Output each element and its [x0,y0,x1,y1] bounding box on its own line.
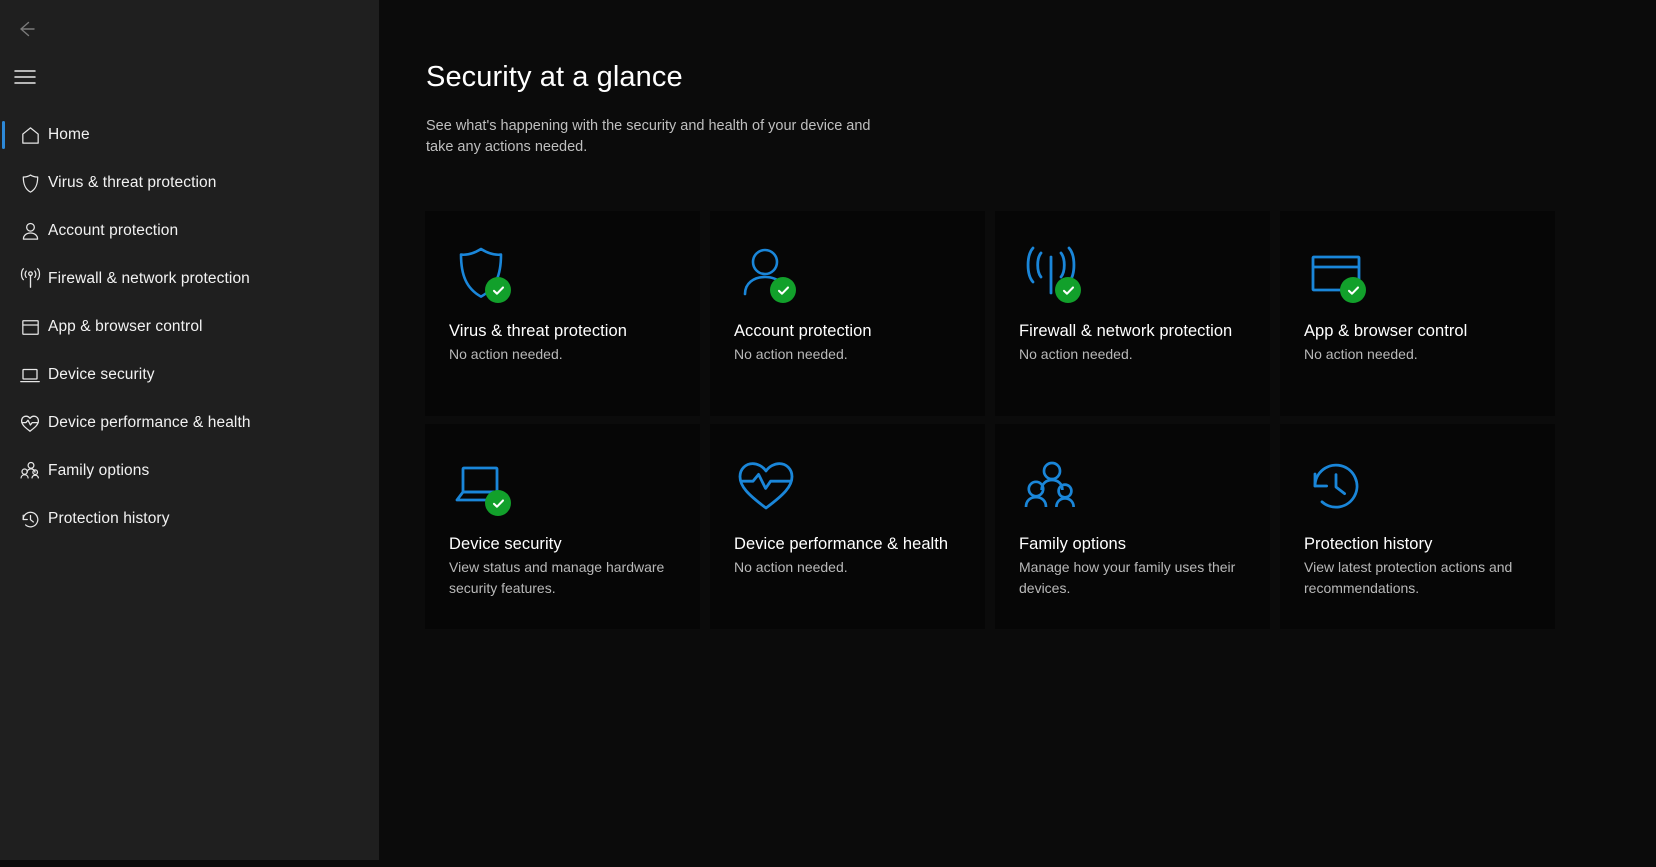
security-cards-grid: Virus & threat protection No action need… [425,211,1656,629]
card-device-security[interactable]: Device security View status and manage h… [425,424,700,629]
sidebar-item-home[interactable]: Home [0,115,379,155]
sidebar-item-label: Virus & threat protection [48,174,217,191]
person-icon [12,220,48,243]
shield-icon [12,172,48,195]
check-icon [492,285,504,295]
check-icon [492,498,504,508]
card-title: Firewall & network protection [1019,322,1233,340]
card-icon [1304,454,1368,518]
sidebar-item-label: App & browser control [48,318,203,335]
card-icon [1019,241,1083,305]
sidebar-nav-list: Home Virus & threat protection Account p… [0,115,379,547]
card-device-performance-health[interactable]: Device performance & health No action ne… [710,424,985,629]
card-app-browser-control[interactable]: App & browser control No action needed. [1280,211,1555,416]
card-icon [449,241,513,305]
card-description: No action needed. [734,559,848,575]
status-badge [770,277,796,303]
sidebar-item-label: Family options [48,462,150,479]
card-description: No action needed. [449,346,563,362]
sidebar-item-label: Firewall & network protection [48,270,250,287]
hamburger-menu-icon [14,70,36,84]
card-description: No action needed. [1304,346,1418,362]
card-title: Device security [449,535,562,553]
sidebar-item-device-security[interactable]: Device security [0,355,379,395]
check-icon [1062,285,1074,295]
card-description: No action needed. [734,346,848,362]
card-title: Virus & threat protection [449,322,627,340]
arrow-left-icon [20,21,35,37]
card-description: Manage how your family uses their device… [1019,559,1236,596]
people-group-icon [1024,461,1075,508]
sidebar-item-firewall-network-protection[interactable]: Firewall & network protection [0,259,379,299]
card-title: Protection history [1304,535,1433,553]
sidebar-item-label: Home [48,126,90,143]
home-icon [12,124,48,147]
back-button[interactable] [2,9,48,49]
card-title: App & browser control [1304,322,1468,340]
card-icon [1019,454,1083,518]
status-badge [485,490,511,516]
clock-history-icon [1313,463,1359,509]
card-title: Family options [1019,535,1127,553]
wifi-signal-icon [12,267,48,292]
sidebar-item-label: Device security [48,366,155,383]
sidebar-item-label: Protection history [48,510,170,527]
check-icon [777,285,789,295]
card-description: View status and manage hardware security… [449,559,665,596]
sidebar-item-label: Device performance & health [48,414,251,431]
clock-history-icon [12,508,48,531]
card-title: Device performance & health [734,535,949,553]
card-description: View latest protection actions and recom… [1304,559,1513,596]
card-family-options[interactable]: Family options Manage how your family us… [995,424,1270,629]
selection-indicator [2,121,5,149]
card-icon [1304,241,1368,305]
sidebar-item-virus-threat-protection[interactable]: Virus & threat protection [0,163,379,203]
hamburger-menu-button[interactable] [2,57,48,97]
card-firewall-network-protection[interactable]: Firewall & network protection No action … [995,211,1270,416]
page-title: Security at a glance [426,61,683,93]
card-icon [449,454,513,518]
laptop-icon [12,363,48,387]
card-protection-history[interactable]: Protection history View latest protectio… [1280,424,1555,629]
card-icon [734,454,798,518]
card-account-protection[interactable]: Account protection No action needed. [710,211,985,416]
check-icon [1347,285,1359,295]
heart-pulse-icon [12,411,48,435]
status-badge [1055,277,1081,303]
card-icon [734,241,798,305]
card-description: No action needed. [1019,346,1133,362]
status-badge [1340,277,1366,303]
status-badge [485,277,511,303]
window-icon [12,316,48,339]
sidebar-item-device-performance-health[interactable]: Device performance & health [0,403,379,443]
heart-pulse-icon [738,462,794,510]
windows-security-window: Home Virus & threat protection Account p… [0,0,1656,867]
card-title: Account protection [734,322,872,340]
sidebar-item-account-protection[interactable]: Account protection [0,211,379,251]
sidebar: Home Virus & threat protection Account p… [0,0,379,860]
sidebar-item-family-options[interactable]: Family options [0,451,379,491]
main-content: Security at a glance See what's happenin… [379,0,1656,867]
people-group-icon [12,459,48,483]
sidebar-item-label: Account protection [48,222,179,239]
page-subtitle: See what's happening with the security a… [426,118,871,155]
card-virus-threat-protection[interactable]: Virus & threat protection No action need… [425,211,700,416]
sidebar-item-app-browser-control[interactable]: App & browser control [0,307,379,347]
sidebar-item-protection-history[interactable]: Protection history [0,499,379,539]
